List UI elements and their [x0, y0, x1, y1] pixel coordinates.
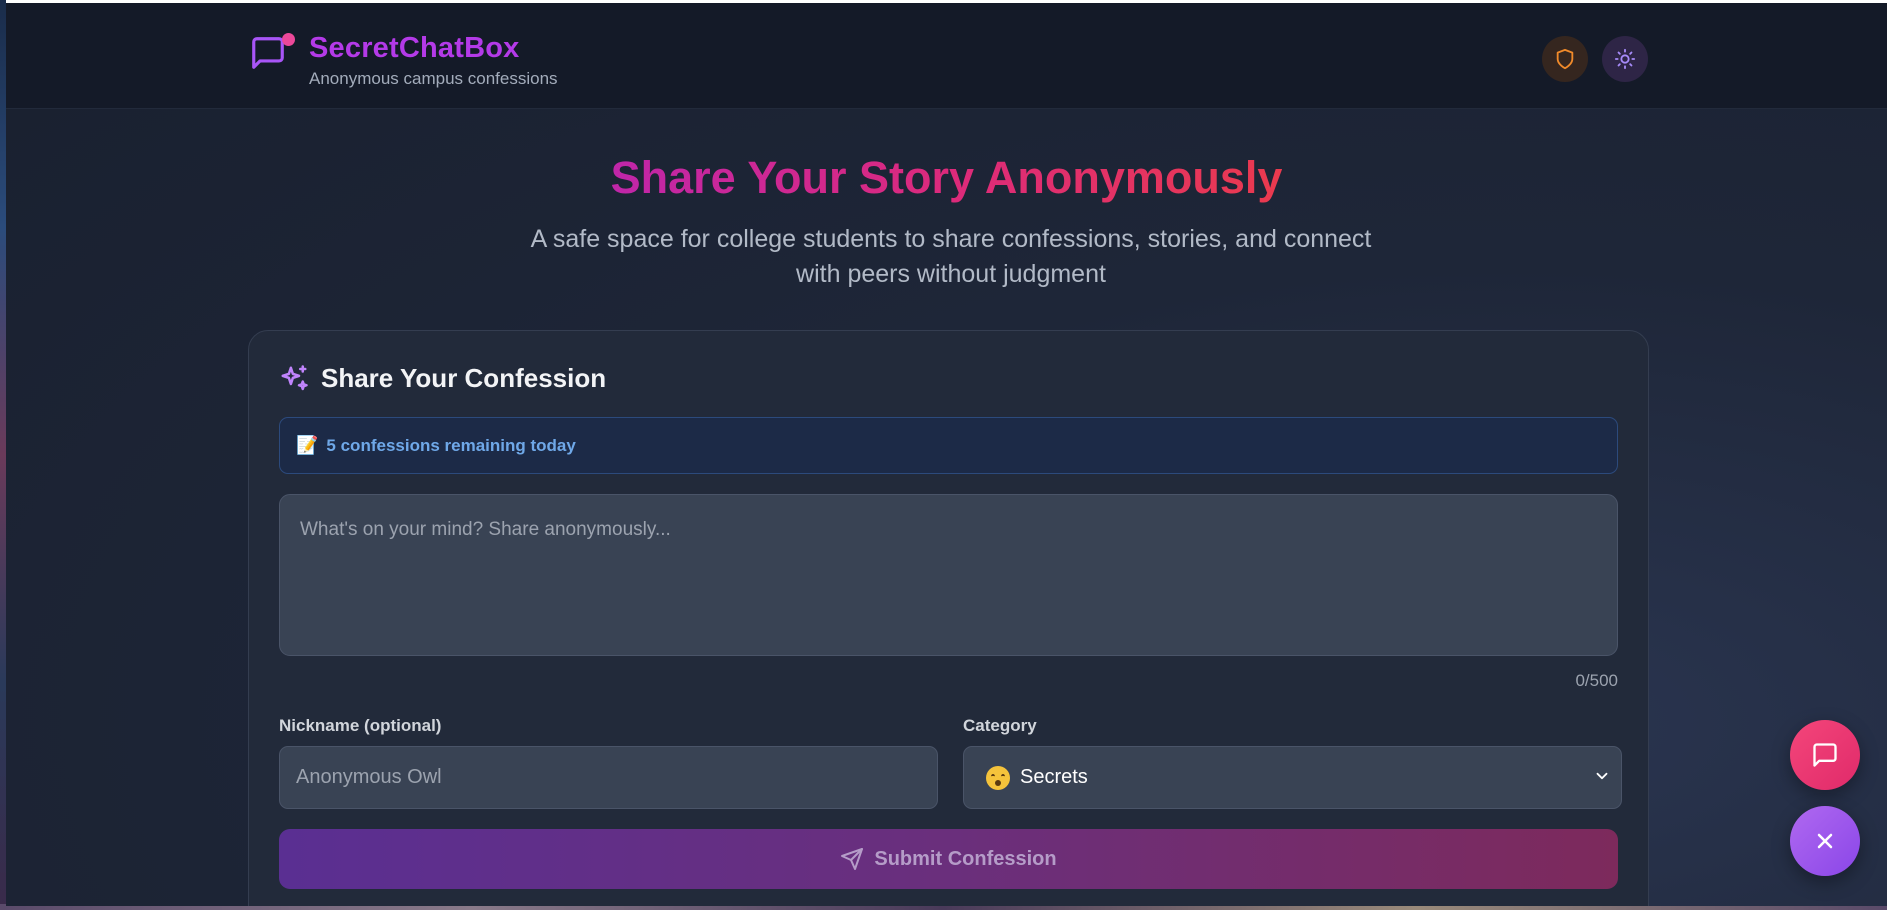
browser-viewport: SecretChatBox Anonymous campus confessio… — [6, 0, 1887, 906]
app-header: SecretChatBox Anonymous campus confessio… — [6, 3, 1887, 109]
admin-shield-button[interactable] — [1542, 36, 1588, 82]
category-select[interactable]: Secrets — [963, 746, 1622, 809]
hushed-face-icon — [986, 765, 1010, 790]
app-subtitle: Anonymous campus confessions — [309, 69, 558, 88]
submit-confession-button[interactable]: Submit Confession — [279, 829, 1618, 889]
form-heading: Share Your Confession — [279, 363, 606, 394]
category-label: Category — [963, 716, 1037, 735]
x-icon — [1817, 833, 1833, 849]
chevron-down-icon — [1596, 772, 1608, 780]
message-square-icon — [249, 33, 295, 82]
theme-toggle-button[interactable] — [1602, 36, 1648, 82]
shield-icon — [1556, 48, 1574, 70]
submit-label: Submit Confession — [874, 847, 1057, 870]
category-selected-value: Secrets — [1020, 766, 1088, 788]
close-menu-button[interactable] — [1790, 806, 1860, 876]
notification-dot — [282, 33, 295, 46]
char-counter: 0/500 — [1575, 671, 1618, 690]
open-chat-button[interactable] — [1790, 720, 1860, 790]
memo-icon: 📝 — [296, 435, 319, 455]
remaining-notice: 📝 5 confessions remaining today — [279, 417, 1618, 474]
form-title: Share Your Confession — [321, 363, 607, 393]
sparkles-icon — [281, 364, 308, 390]
confession-form-card: Share Your Confession 📝 5 confessions re… — [248, 330, 1649, 906]
textarea-placeholder: What's on your mind? Share anonymously..… — [300, 519, 671, 540]
send-icon — [841, 848, 864, 870]
nickname-placeholder: Anonymous Owl — [296, 766, 442, 788]
hero-subtitle: A safe space for college students to sha… — [530, 225, 1372, 288]
remaining-text: 5 confessions remaining today — [326, 435, 576, 455]
message-square-icon — [1813, 743, 1837, 767]
sun-icon — [1614, 48, 1636, 70]
brand[interactable]: SecretChatBox Anonymous campus confessio… — [249, 30, 558, 89]
confession-textarea[interactable]: What's on your mind? Share anonymously..… — [279, 494, 1618, 656]
nickname-label: Nickname (optional) — [279, 716, 442, 735]
nickname-input[interactable]: Anonymous Owl — [279, 746, 938, 809]
hero-title: Share Your Story Anonymously — [610, 152, 1283, 203]
app-title: SecretChatBox — [309, 32, 520, 64]
